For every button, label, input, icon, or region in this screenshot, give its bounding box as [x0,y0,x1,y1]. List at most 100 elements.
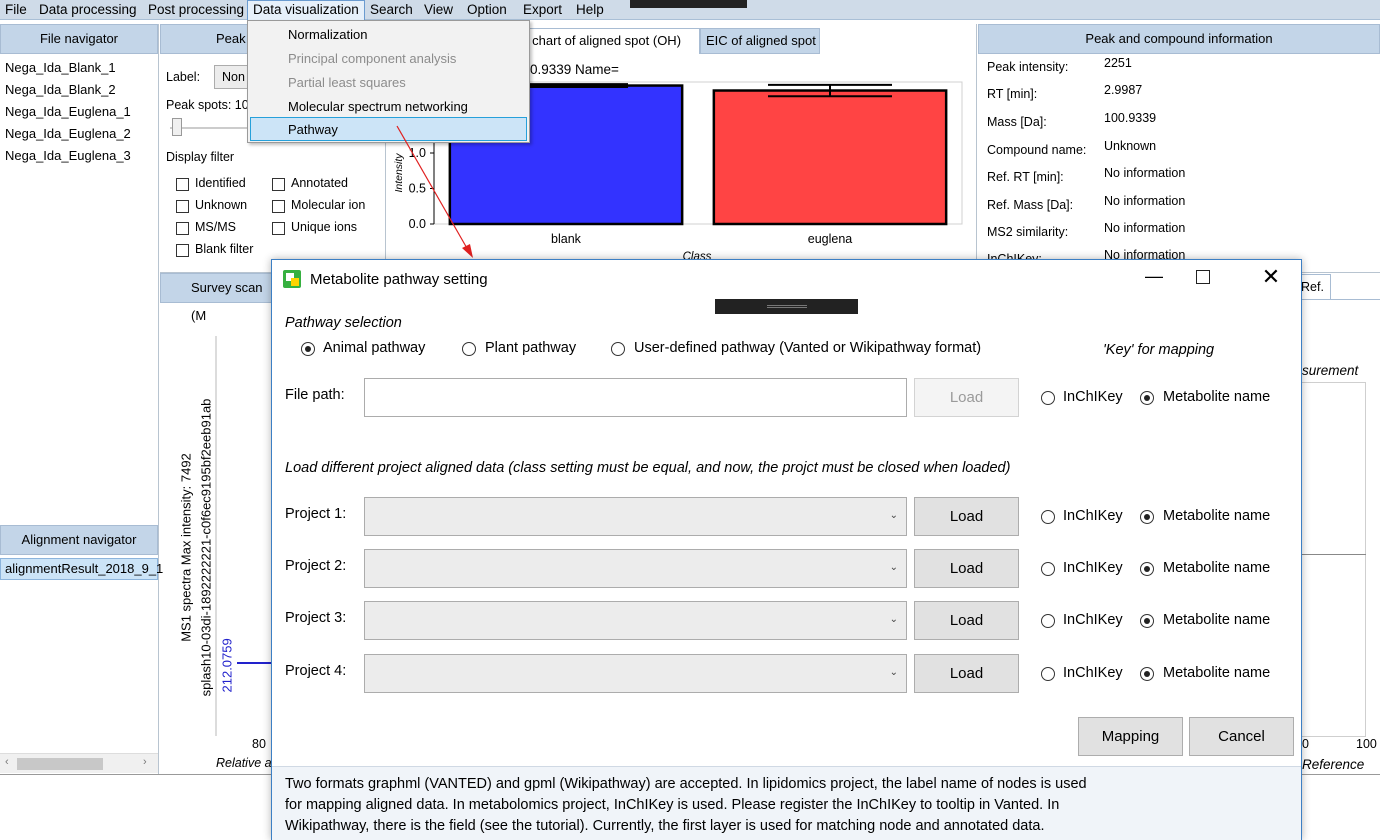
peak-spots-slider-track[interactable] [170,127,250,129]
file-inchikey-label: InChIKey [1063,389,1123,405]
project-3-inchikey-radio[interactable] [1041,614,1055,628]
tab-survey-scan[interactable]: Survey scan (M [160,273,272,323]
project-2-combo[interactable]: ⌄ [364,549,907,588]
menu-item-molecular-networking[interactable]: Molecular spectrum networking [288,99,468,114]
tab-eic[interactable]: EIC of aligned spot [700,28,820,54]
plant-pathway-radio[interactable] [462,342,476,356]
user-defined-pathway-radio[interactable] [611,342,625,356]
alignment-item[interactable]: alignmentResult_2018_9_1 [0,558,163,580]
menu-file[interactable]: File [0,0,32,20]
peak-info-value: 100.9339 [1104,111,1157,125]
info-line: Two formats graphml (VANTED) and gpml (W… [285,776,1087,792]
filter-msms-checkbox[interactable] [176,222,189,235]
filter-molecular-ion-checkbox[interactable] [272,200,285,213]
project-1-inchikey-radio[interactable] [1041,510,1055,524]
file-metabolite-name-label: Metabolite name [1163,389,1271,405]
file-item[interactable]: Nega_Ida_Euglena_2 [5,126,131,141]
project-3-metabolite-name-radio[interactable] [1140,614,1154,628]
filter-unique-ions-label: Unique ions [291,220,358,234]
chevron-down-icon: ⌄ [889,614,898,625]
menu-data-processing[interactable]: Data processing [34,0,142,20]
menu-data-visualization[interactable]: Data visualization [247,0,365,20]
file-metabolite-name-radio[interactable] [1140,391,1154,405]
menu-export[interactable]: Export [518,0,567,20]
menu-item-normalization[interactable]: Normalization [288,27,367,42]
file-item[interactable]: Nega_Ida_Blank_1 [5,60,116,75]
maximize-icon[interactable] [1196,270,1210,284]
project-3-combo[interactable]: ⌄ [364,601,907,640]
scroll-right-icon[interactable]: › [143,756,147,768]
peak-spots-label: Peak spots: 10 [166,98,249,112]
plant-pathway-label: Plant pathway [485,340,577,356]
project-1-label: Project 1: [285,506,347,522]
menu-item-pls[interactable]: Partial least squares [288,75,406,90]
project-4-inchikey-radio[interactable] [1041,667,1055,681]
project-3-metabolite-name-label: Metabolite name [1163,612,1271,628]
menu-post-processing[interactable]: Post processing [143,0,249,20]
animal-pathway-label: Animal pathway [323,340,426,356]
menu-search[interactable]: Search [365,0,418,20]
filter-blank-checkbox[interactable] [176,244,189,257]
menu-item-pathway-label: Pathway [288,122,338,137]
right-tick-100: 100 [1356,737,1377,751]
filter-annotated-checkbox[interactable] [272,178,285,191]
right-plot-frame [1302,382,1366,737]
file-item[interactable]: Nega_Ida_Euglena_1 [5,104,131,119]
project-2-inchikey-radio[interactable] [1041,562,1055,576]
display-filter-label: Display filter [166,150,235,164]
close-icon[interactable]: ✕ [1251,262,1291,292]
file-item[interactable]: Nega_Ida_Blank_2 [5,82,116,97]
project-3-load-button[interactable]: Load [914,601,1019,640]
tab-strip [1331,274,1380,300]
animal-pathway-radio[interactable] [301,342,315,356]
project-4-inchikey-label: InChIKey [1063,665,1123,681]
window-grip[interactable] [630,0,747,8]
minimize-icon[interactable]: — [1139,262,1169,292]
peak-spots-slider-thumb[interactable] [172,118,182,136]
menu-item-pca[interactable]: Principal component analysis [288,51,456,66]
menu-option[interactable]: Option [462,0,512,20]
chart-title: 0.9339 Name= [530,62,619,77]
scrollbar-thumb[interactable] [17,758,103,770]
label-combo-value: Non [222,70,245,84]
file-path-label: File path: [285,387,345,403]
tab-ref[interactable]: Ref. [1297,274,1331,300]
chevron-down-icon: ⌄ [889,667,898,678]
project-4-combo[interactable]: ⌄ [364,654,907,693]
project-1-combo[interactable]: ⌄ [364,497,907,536]
project-2-load-button[interactable]: Load [914,549,1019,588]
filter-unknown-label: Unknown [195,198,248,212]
project-1-inchikey-label: InChIKey [1063,508,1123,524]
menu-view[interactable]: View [419,0,458,20]
pathway-selection-label: Pathway selection [285,315,402,331]
peak-info-value: No information [1104,221,1186,235]
red-arrow [396,125,473,258]
project-4-load-button[interactable]: Load [914,654,1019,693]
file-load-button[interactable]: Load [914,378,1019,417]
project-1-load-button[interactable]: Load [914,497,1019,536]
file-inchikey-radio[interactable] [1041,391,1055,405]
tab-bar-chart[interactable]: ar chart of aligned spot (OH) [510,28,700,54]
peak-info-value: 2251 [1104,56,1132,70]
filter-identified-checkbox[interactable] [176,178,189,191]
cancel-button[interactable]: Cancel [1189,717,1294,756]
project-2-inchikey-label: InChIKey [1063,560,1123,576]
filter-unknown-checkbox[interactable] [176,200,189,213]
dialog-grip[interactable] [715,299,858,314]
alignment-navigator-header: Alignment navigator [0,525,158,555]
project-1-metabolite-name-radio[interactable] [1140,510,1154,524]
survey-ylabel-splash: splash10-03di-1892222221-c0f6ec9195bf2ee… [198,398,214,697]
survey-ylabel-max: MS1 spectra Max intensity: 7492 [178,453,194,642]
horizontal-scrollbar[interactable]: ‹ › [0,753,158,773]
file-item[interactable]: Nega_Ida_Euglena_3 [5,148,131,163]
file-path-input[interactable] [364,378,907,417]
project-2-label: Project 2: [285,558,347,574]
project-2-metabolite-name-radio[interactable] [1140,562,1154,576]
scroll-left-icon[interactable]: ‹ [5,756,9,768]
filter-unique-ions-checkbox[interactable] [272,222,285,235]
filter-identified-label: Identified [195,176,246,190]
project-4-metabolite-name-radio[interactable] [1140,667,1154,681]
menu-help[interactable]: Help [571,0,609,20]
mapping-button[interactable]: Mapping [1078,717,1183,756]
filter-blank-label: Blank filter [195,242,254,256]
